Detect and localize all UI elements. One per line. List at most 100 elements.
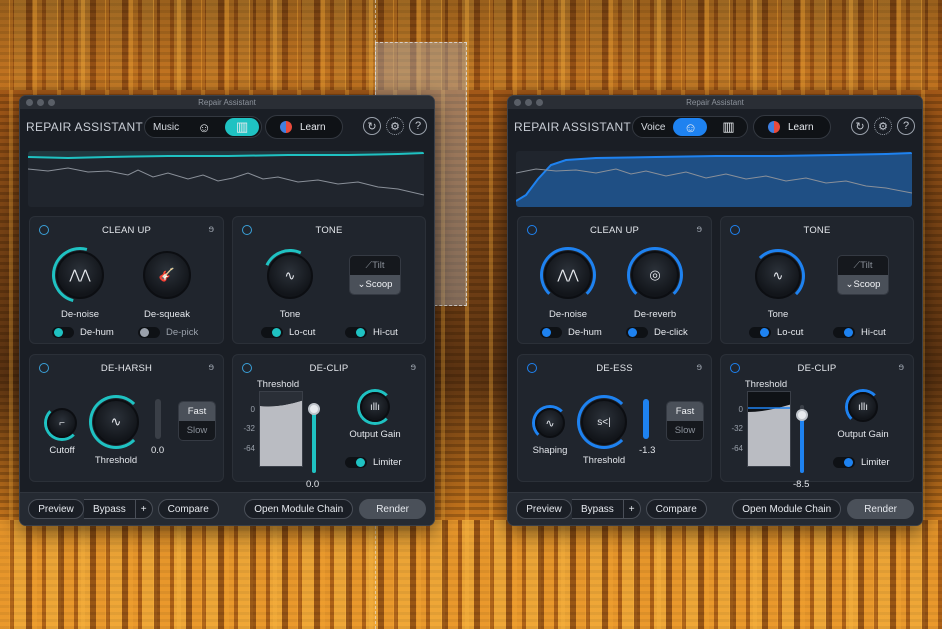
tilt-option[interactable]: ⟋ Tilt xyxy=(838,256,888,275)
tilt-option[interactable]: ⟋ Tilt xyxy=(350,256,400,275)
preview-button[interactable]: Preview xyxy=(516,499,572,519)
denoise-knob[interactable]: ⋀⋀ xyxy=(544,251,592,299)
cleanup-title: CLEAN UP xyxy=(101,225,152,236)
hicut-toggle[interactable]: Hi-cut xyxy=(345,327,398,338)
tone-label: Tone xyxy=(767,309,789,320)
limiter-label: Limiter xyxy=(373,457,402,468)
threshold-knob[interactable]: s<| xyxy=(581,399,627,445)
dereverb-label: De-reverb xyxy=(633,309,677,320)
window-title: Repair Assistant xyxy=(198,98,256,107)
minimize-dot[interactable] xyxy=(37,99,44,106)
zoom-dot[interactable] xyxy=(536,99,543,106)
denoise-knob[interactable]: ⋀⋀ xyxy=(56,251,104,299)
plus-button[interactable]: + xyxy=(134,500,152,518)
limiter-toggle[interactable]: Limiter xyxy=(833,457,890,468)
y-tick-64: -64 xyxy=(731,444,743,453)
spectrum-display xyxy=(28,151,424,207)
bypass-button[interactable]: Bypass xyxy=(572,500,623,518)
ear-icon[interactable]: ɘ xyxy=(208,362,214,373)
refresh-icon[interactable]: ↻ xyxy=(851,117,869,135)
threshold-knob[interactable]: ∿ xyxy=(93,399,139,445)
bypass-group: Bypass + xyxy=(572,499,641,519)
render-button[interactable]: Render xyxy=(359,499,426,519)
open-module-chain-button[interactable]: Open Module Chain xyxy=(732,499,842,519)
voice-mode-button[interactable]: ☺ xyxy=(187,118,221,136)
minimize-dot[interactable] xyxy=(525,99,532,106)
help-icon[interactable]: ? xyxy=(897,117,915,135)
music-mode-button[interactable]: ▥ xyxy=(711,118,745,136)
scoop-option[interactable]: ⌄ Scoop xyxy=(838,275,888,294)
learn-button[interactable]: Learn xyxy=(753,115,831,139)
repair-assistant-window-music: Repair Assistant REPAIR ASSISTANT Music … xyxy=(19,95,435,526)
declip-panel: DE-CLIP ɘ Threshold 0 -32 -64 0.0 ıllı O… xyxy=(232,354,426,490)
fast-option[interactable]: Fast xyxy=(179,402,215,421)
refresh-icon[interactable]: ↻ xyxy=(363,117,381,135)
bypass-group: Bypass + xyxy=(84,499,153,519)
preview-label: Preview xyxy=(38,503,74,515)
compare-button[interactable]: Compare xyxy=(157,499,219,519)
cutoff-knob[interactable]: ⌐ xyxy=(47,408,77,438)
voice-mode-button[interactable]: ☺ xyxy=(673,118,708,136)
ear-icon[interactable]: ɘ xyxy=(898,362,904,373)
deess-value: -1.3 xyxy=(639,445,656,456)
slow-option[interactable]: Slow xyxy=(179,421,215,440)
plus-button[interactable]: + xyxy=(622,500,640,518)
locut-toggle[interactable]: Lo-cut xyxy=(261,327,315,338)
tone-knob[interactable]: ∿ xyxy=(755,253,801,299)
declip-threshold-slider[interactable] xyxy=(796,405,808,473)
gain-reduction-meter xyxy=(155,399,161,439)
window-titlebar: Repair Assistant xyxy=(20,96,434,109)
depick-toggle[interactable]: De-pick xyxy=(138,327,198,338)
bypass-button[interactable]: Bypass xyxy=(84,500,135,518)
brand-title: REPAIR ASSISTANT xyxy=(514,120,632,134)
ear-icon[interactable]: ɘ xyxy=(410,362,416,373)
open-module-chain-button[interactable]: Open Module Chain xyxy=(244,499,354,519)
y-tick-32: -32 xyxy=(731,424,743,433)
cutoff-label: Cutoff xyxy=(49,445,75,456)
gear-icon[interactable]: ⚙ xyxy=(874,117,892,135)
music-mode-button[interactable]: ▥ xyxy=(225,118,260,136)
deharsh-panel: DE-HARSH ɘ ⌐ Cutoff ∿ Threshold 0.0 Fast… xyxy=(29,354,224,482)
output-gain-knob[interactable]: ıllı xyxy=(848,392,878,422)
learn-label: Learn xyxy=(300,121,326,133)
denoise-label: De-noise xyxy=(60,309,100,320)
preview-button[interactable]: Preview xyxy=(28,499,84,519)
ear-icon[interactable]: ɘ xyxy=(696,362,702,373)
render-button[interactable]: Render xyxy=(847,499,914,519)
compare-button[interactable]: Compare xyxy=(645,499,707,519)
render-label: Render xyxy=(864,503,897,515)
ear-icon[interactable]: ɘ xyxy=(696,224,702,235)
dehum-toggle[interactable]: De-hum xyxy=(52,327,114,338)
close-dot[interactable] xyxy=(26,99,33,106)
declip-threshold-slider[interactable] xyxy=(308,403,320,473)
mode-switch: Music ☺ ▥ xyxy=(144,116,263,138)
output-gain-knob[interactable]: ıllı xyxy=(360,392,390,422)
locut-label: Lo-cut xyxy=(289,327,316,338)
learn-button[interactable]: Learn xyxy=(265,115,343,139)
locut-toggle[interactable]: Lo-cut xyxy=(749,327,803,338)
declip-threshold-label: Threshold xyxy=(744,379,788,390)
depick-label: De-pick xyxy=(166,327,199,338)
limiter-toggle[interactable]: Limiter xyxy=(345,457,402,468)
shaping-knob[interactable]: ∿ xyxy=(535,408,565,438)
tone-title: TONE xyxy=(803,225,831,236)
dehum-toggle[interactable]: De-hum xyxy=(540,327,602,338)
hicut-toggle[interactable]: Hi-cut xyxy=(833,327,886,338)
zoom-dot[interactable] xyxy=(48,99,55,106)
ear-icon[interactable]: ɘ xyxy=(208,224,214,235)
help-icon[interactable]: ? xyxy=(409,117,427,135)
declick-toggle[interactable]: De-click xyxy=(626,327,688,338)
brand-title: REPAIR ASSISTANT xyxy=(26,120,144,134)
scoop-option[interactable]: ⌄ Scoop xyxy=(350,275,400,294)
gain-reduction-meter xyxy=(643,399,649,439)
tone-knob[interactable]: ∿ xyxy=(267,253,313,299)
slow-option[interactable]: Slow xyxy=(667,421,703,440)
gear-icon[interactable]: ⚙ xyxy=(386,117,404,135)
mode-label: Music xyxy=(153,121,180,133)
desqueak-knob[interactable]: 🎸 xyxy=(143,251,191,299)
dereverb-knob[interactable]: ◎ xyxy=(631,251,679,299)
fast-option[interactable]: Fast xyxy=(667,402,703,421)
close-dot[interactable] xyxy=(514,99,521,106)
declip-panel: DE-CLIP ɘ Threshold 0 -32 -64 -8.5 ıllı … xyxy=(720,354,914,490)
y-tick-0: 0 xyxy=(250,405,255,414)
